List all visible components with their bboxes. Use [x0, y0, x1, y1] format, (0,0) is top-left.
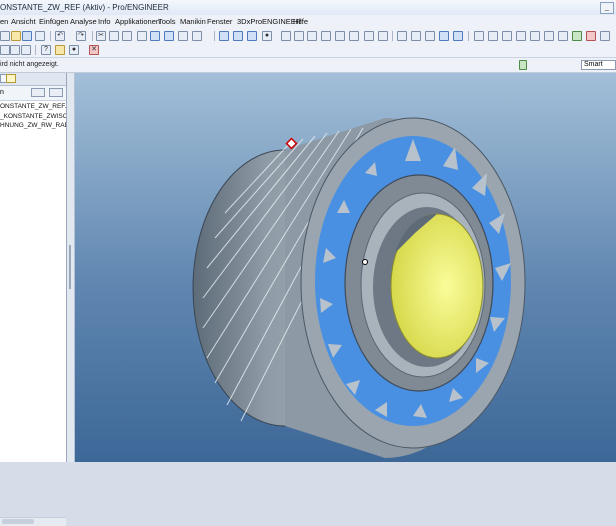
- title-bar: ONSTANTE_ZW_REF (Aktiv) - Pro/ENGINEER _: [0, 0, 616, 16]
- message-bar: ird nicht angezeigt.: [0, 58, 616, 73]
- menu-info[interactable]: Info: [98, 17, 111, 26]
- tree-scrollbar[interactable]: [0, 517, 66, 526]
- color-sphere-icon[interactable]: ●: [69, 45, 79, 55]
- saved-views-icon[interactable]: [349, 31, 359, 41]
- repaint-icon[interactable]: [219, 31, 229, 41]
- datum-points-icon[interactable]: [502, 31, 512, 41]
- menu-analyse[interactable]: Analyse: [70, 17, 97, 26]
- spin-center-icon[interactable]: [247, 31, 257, 41]
- menu-ansicht[interactable]: Ansicht: [11, 17, 36, 26]
- tree-settings-button[interactable]: [31, 88, 45, 97]
- toolbar-main: ↶ ↷ ✂ ●: [0, 29, 616, 43]
- tree-show-button[interactable]: [49, 88, 63, 97]
- pan-icon[interactable]: [281, 31, 291, 41]
- new-file-icon[interactable]: [0, 31, 10, 41]
- menu-3dxproengineer[interactable]: 3DxProENGINEER: [237, 17, 301, 26]
- save-icon[interactable]: [22, 31, 32, 41]
- menu-einfuegen[interactable]: Einfügen: [39, 17, 69, 26]
- enhanced-realism-icon[interactable]: [453, 31, 463, 41]
- datum-axes-icon[interactable]: [488, 31, 498, 41]
- tire-model[interactable]: [75, 73, 616, 462]
- menu-hilfe[interactable]: Hilfe: [293, 17, 308, 26]
- paste-special-icon[interactable]: [137, 31, 147, 41]
- graphics-viewport[interactable]: [75, 73, 616, 462]
- shading-icon[interactable]: ●: [262, 31, 272, 41]
- curve-icon[interactable]: [558, 31, 568, 41]
- tree-item[interactable]: HNUNG_ZW_RW_RAD1.P: [0, 121, 66, 131]
- layers-icon[interactable]: [364, 31, 374, 41]
- open-file-icon[interactable]: [11, 31, 21, 41]
- menu-manikin[interactable]: Manikin: [180, 17, 206, 26]
- menu-file[interactable]: en: [0, 17, 8, 26]
- window-title: ONSTANTE_ZW_REF (Aktiv) - Pro/ENGINEER: [0, 3, 169, 12]
- close-window-icon[interactable]: ✕: [89, 45, 99, 55]
- menu-bar: en Ansicht Einfügen Analyse Info Applika…: [0, 15, 616, 30]
- zoom-in-icon[interactable]: [294, 31, 304, 41]
- toolbar-secondary: ? ● ✕: [0, 43, 616, 58]
- copy-icon[interactable]: [109, 31, 119, 41]
- menu-applikationen[interactable]: Applikationen: [115, 17, 160, 26]
- datum-planes-icon[interactable]: [474, 31, 484, 41]
- model-tree: ONSTANTE_ZW_REF.ASM _KONSTANTE_ZWISCHEN …: [0, 102, 66, 131]
- model-tree-label: n: [0, 89, 4, 96]
- find-icon[interactable]: [178, 31, 188, 41]
- model-tree-icon[interactable]: [6, 74, 16, 83]
- more-tools-icon[interactable]: [600, 31, 610, 41]
- pattern-icon[interactable]: [21, 45, 31, 55]
- wireframe-icon[interactable]: [397, 31, 407, 41]
- selection-filter[interactable]: Smart: [581, 60, 616, 70]
- render-icon[interactable]: [586, 31, 596, 41]
- model-info-icon[interactable]: [55, 45, 65, 55]
- window-button-icon[interactable]: _: [600, 2, 614, 14]
- select-box-icon[interactable]: [192, 31, 202, 41]
- model-tree-panel: n ONSTANTE_ZW_REF.ASM _KONSTANTE_ZWISCHE…: [0, 73, 67, 526]
- panel-splitter[interactable]: [67, 73, 75, 462]
- regenerate-icon[interactable]: [150, 31, 160, 41]
- hidden-line-icon[interactable]: [411, 31, 421, 41]
- panel-tabs: [0, 73, 66, 86]
- paste-icon[interactable]: [122, 31, 132, 41]
- csys-icon[interactable]: [516, 31, 526, 41]
- help-context-icon[interactable]: ?: [41, 45, 51, 55]
- refit-icon[interactable]: [321, 31, 331, 41]
- menu-tools[interactable]: Tools: [158, 17, 176, 26]
- appearance-icon[interactable]: [572, 31, 582, 41]
- regen-manager-icon[interactable]: [164, 31, 174, 41]
- annotations-icon[interactable]: [530, 31, 540, 41]
- edit-icon[interactable]: [10, 45, 20, 55]
- redo-icon[interactable]: ↷: [76, 31, 86, 41]
- traffic-light-icon[interactable]: [519, 60, 527, 70]
- cut-icon[interactable]: ✂: [96, 31, 106, 41]
- zoom-out-icon[interactable]: [307, 31, 317, 41]
- menu-fenster[interactable]: Fenster: [207, 17, 232, 26]
- distance-icon[interactable]: [0, 45, 10, 55]
- view-manager-icon[interactable]: [378, 31, 388, 41]
- sketch-icon[interactable]: [544, 31, 554, 41]
- status-message: ird nicht angezeigt.: [0, 61, 59, 68]
- reorient-icon[interactable]: [335, 31, 345, 41]
- tree-item[interactable]: ONSTANTE_ZW_REF.ASM: [0, 102, 66, 112]
- no-hidden-icon[interactable]: [425, 31, 435, 41]
- shaded-icon[interactable]: [439, 31, 449, 41]
- orient-icon[interactable]: [233, 31, 243, 41]
- model-tree-header: n: [0, 86, 66, 101]
- print-icon[interactable]: [35, 31, 45, 41]
- tree-item[interactable]: _KONSTANTE_ZWISCHEN: [0, 112, 66, 122]
- undo-icon[interactable]: ↶: [55, 31, 65, 41]
